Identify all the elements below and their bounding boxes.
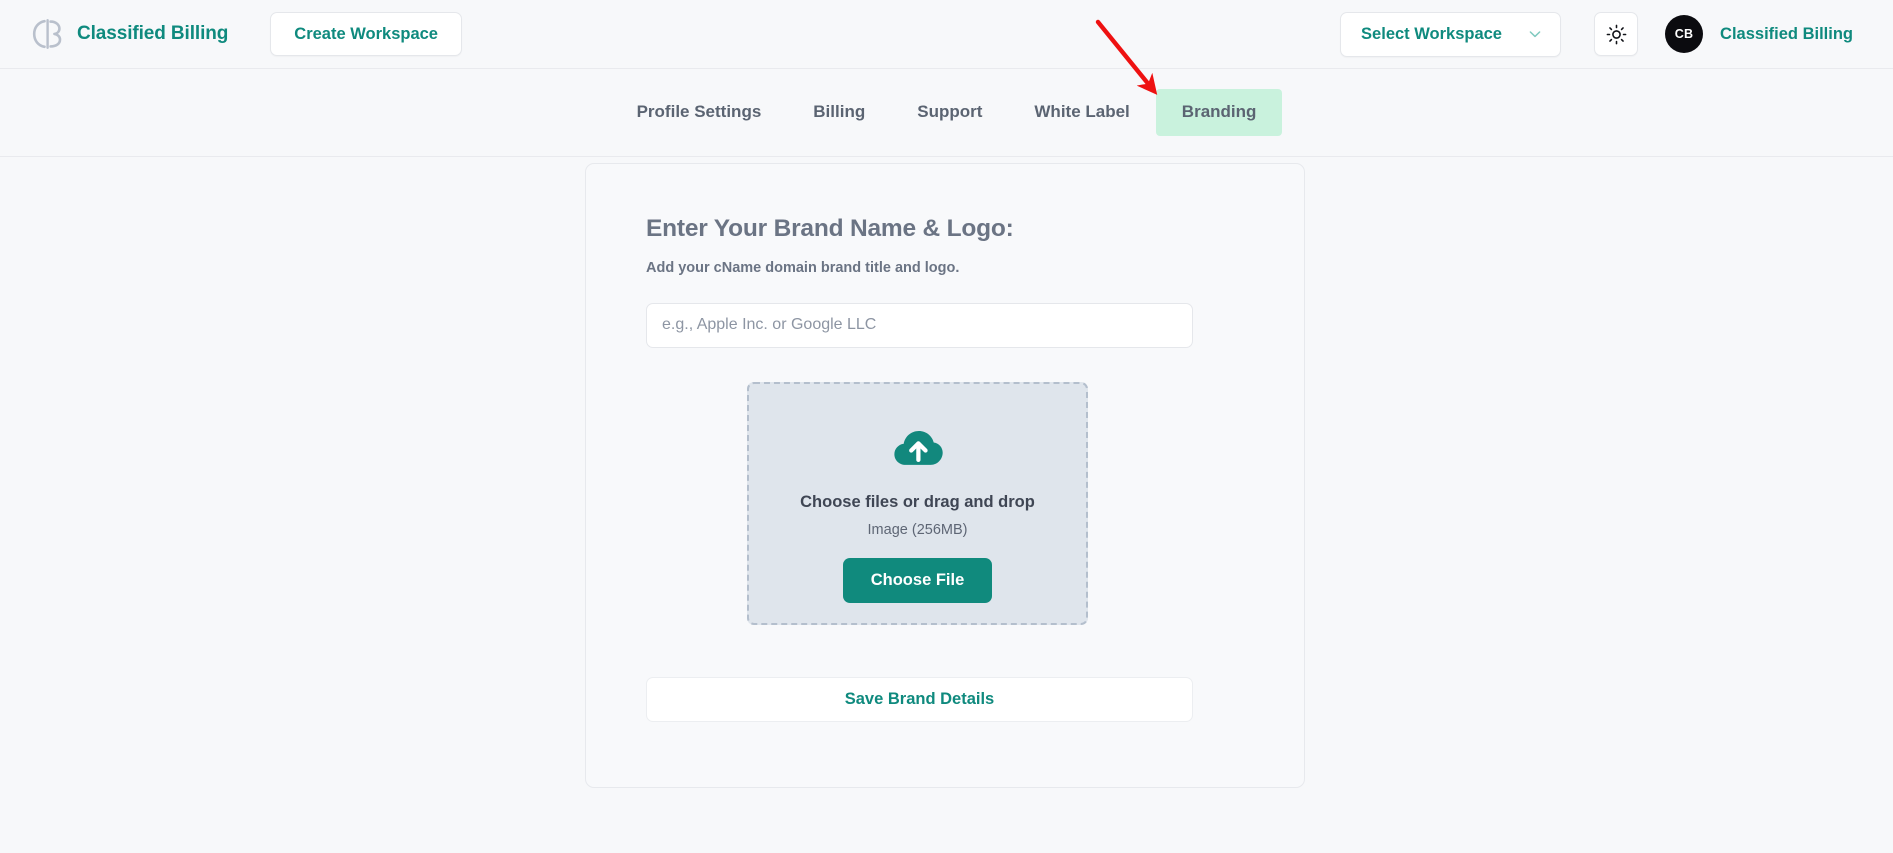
brand-logo-group[interactable]: Classified Billing [30, 17, 228, 51]
theme-toggle-button[interactable] [1594, 12, 1639, 56]
account-name-label[interactable]: Classified Billing [1720, 25, 1853, 44]
top-header-bar: Classified Billing Create Workspace Sele… [0, 0, 1893, 69]
cloud-upload-icon [893, 430, 943, 465]
brand-name-label: Classified Billing [77, 23, 229, 44]
tab-branding[interactable]: Branding [1155, 89, 1283, 136]
main-content-area: Enter Your Brand Name & Logo: Add your c… [0, 157, 1893, 852]
tab-support[interactable]: Support [891, 89, 1008, 135]
chevron-down-icon [1529, 31, 1541, 38]
dropzone-hint: Image (256MB) [867, 521, 968, 538]
page-title: Enter Your Brand Name & Logo: [646, 215, 1014, 242]
cb-monogram-logo-icon [32, 19, 62, 49]
branding-card: Enter Your Brand Name & Logo: Add your c… [585, 163, 1305, 788]
brand-name-input[interactable] [646, 302, 1193, 348]
create-workspace-button[interactable]: Create Workspace [270, 12, 462, 56]
avatar[interactable]: CB [1665, 15, 1704, 53]
settings-tab-bar: Profile Settings Billing Support White L… [0, 69, 1893, 157]
workspace-select-dropdown[interactable]: Select Workspace [1340, 11, 1562, 57]
header-actions: Select Workspace CB Classified Billing [1340, 11, 1853, 57]
sun-icon [1606, 24, 1626, 44]
tab-billing[interactable]: Billing [787, 89, 891, 135]
tab-profile-settings[interactable]: Profile Settings [611, 89, 788, 135]
workspace-select-label: Select Workspace [1361, 24, 1502, 43]
branding-card-body: Enter Your Brand Name & Logo: Add your c… [586, 164, 1304, 722]
save-brand-details-button[interactable]: Save Brand Details [646, 676, 1193, 722]
logo-dropzone[interactable]: Choose files or drag and drop Image (256… [747, 381, 1088, 625]
page-subtitle: Add your cName domain brand title and lo… [646, 259, 960, 276]
choose-file-button[interactable]: Choose File [842, 558, 993, 604]
dropzone-title: Choose files or drag and drop [800, 492, 1035, 511]
tab-white-label[interactable]: White Label [1008, 89, 1155, 135]
